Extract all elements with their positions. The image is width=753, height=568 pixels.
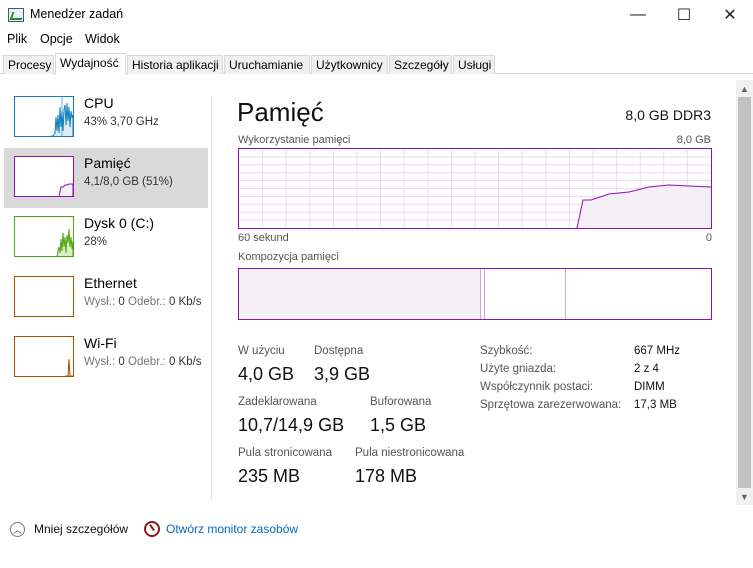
wifi-label: Wi-Fi xyxy=(84,335,117,351)
scroll-up-icon[interactable]: ▲ xyxy=(736,80,753,97)
nonpaged-pool-label: Pula niestronicowana xyxy=(355,447,465,459)
cpu-usage: 43% 3,70 GHz xyxy=(84,116,159,128)
wifi-send-value: 0 xyxy=(118,356,125,368)
available-label: Dostępna xyxy=(314,345,364,357)
ethernet-label: Ethernet xyxy=(84,275,137,291)
wifi-receive-label: Odebr.: xyxy=(128,356,166,368)
ethernet-send-value: 0 xyxy=(118,296,125,308)
cached-value: 1,5 GB xyxy=(370,415,427,435)
sidebar-item-cpu[interactable]: CPU 43% 3,70 GHz xyxy=(4,88,208,148)
wifi-receive-value: 0 Kb/s xyxy=(168,356,202,368)
ethernet-thumbnail-graph xyxy=(14,276,74,317)
in-use-label: W użyciu xyxy=(238,345,285,357)
composition-standby xyxy=(564,269,711,319)
memory-usage-chart xyxy=(239,149,711,228)
scroll-down-icon[interactable]: ▼ xyxy=(736,488,753,505)
disk-label: Dysk 0 (C:) xyxy=(84,215,154,231)
form-factor-value: DIMM xyxy=(634,381,665,393)
in-use-value: 4,0 GB xyxy=(238,364,295,384)
tab-details[interactable]: Szczegóły xyxy=(389,55,452,74)
minimize-button[interactable]: — xyxy=(615,0,661,30)
hardware-reserved-label: Sprzętowa zarezerwowana: xyxy=(480,399,622,411)
ethernet-receive-value: 0 Kb/s xyxy=(168,296,202,308)
disk-usage: 28% xyxy=(84,236,108,248)
panel-divider xyxy=(211,96,212,500)
tab-performance[interactable]: Wydajność xyxy=(55,53,126,75)
memory-type: 8,0 GB DDR3 xyxy=(625,107,711,123)
cached-label: Buforowana xyxy=(370,396,432,408)
cpu-thumbnail-graph xyxy=(14,96,74,137)
resource-monitor-icon xyxy=(144,521,160,537)
menu-options[interactable]: Opcje xyxy=(40,32,73,46)
fewer-details-button[interactable]: Mniej szczegółów xyxy=(34,522,128,536)
tab-users[interactable]: Użytkownicy xyxy=(311,55,388,74)
tab-bar: Procesy Wydajność Historia aplikacji Uru… xyxy=(0,53,753,75)
chevron-up-icon[interactable]: ︿ xyxy=(10,522,25,537)
committed-value: 10,7/14,9 GB xyxy=(238,415,345,435)
paged-pool-value: 235 MB xyxy=(238,466,301,486)
cpu-label: CPU xyxy=(84,95,114,111)
resource-list: CPU 43% 3,70 GHz Pamięć 4,1/8,0 GB (51%)… xyxy=(0,88,212,500)
nonpaged-pool-value: 178 MB xyxy=(355,466,418,486)
menu-bar: Plik Opcje Widok xyxy=(0,30,753,50)
task-manager-window: Menedżer zadań — ☐ ✕ Plik Opcje Widok Pr… xyxy=(0,0,753,568)
hardware-reserved-value: 17,3 MB xyxy=(634,399,677,411)
committed-label: Zadeklarowana xyxy=(238,396,317,408)
speed-label: Szybkość: xyxy=(480,345,533,357)
memory-thumbnail-graph xyxy=(14,156,74,197)
composition-in-use xyxy=(239,269,480,319)
memory-usage-graph xyxy=(238,148,712,229)
sidebar-item-wifi[interactable]: Wi-Fi Wysł.: 0 Odebr.: 0 Kb/s xyxy=(4,328,208,388)
ethernet-throughput: Wysł.: 0 Odebr.: 0 Kb/s xyxy=(84,296,202,308)
open-resource-monitor-link[interactable]: Otwórz monitor zasobów xyxy=(166,522,298,536)
close-button[interactable]: ✕ xyxy=(707,0,753,30)
memory-label: Pamięć xyxy=(84,155,131,171)
usage-graph-min: 0 xyxy=(705,232,712,244)
memory-usage: 4,1/8,0 GB (51%) xyxy=(84,176,173,188)
usage-graph-label: Wykorzystanie pamięci xyxy=(238,134,351,146)
sidebar-item-ethernet[interactable]: Ethernet Wysł.: 0 Odebr.: 0 Kb/s xyxy=(4,268,208,328)
ethernet-receive-label: Odebr.: xyxy=(128,296,166,308)
wifi-thumbnail-graph xyxy=(14,336,74,377)
task-manager-app-icon xyxy=(8,8,24,22)
slots-label: Użyte gniazda: xyxy=(480,363,557,375)
available-value: 3,9 GB xyxy=(314,364,371,384)
menu-file[interactable]: Plik xyxy=(7,32,27,46)
menu-view[interactable]: Widok xyxy=(85,32,120,46)
paged-pool-label: Pula stronicowana xyxy=(238,447,332,459)
composition-label: Kompozycja pamięci xyxy=(238,251,339,263)
memory-composition-bar xyxy=(238,268,712,320)
wifi-send-label: Wysł.: xyxy=(84,356,116,368)
usage-graph-max: 8,0 GB xyxy=(676,134,711,146)
disk-thumbnail-graph xyxy=(14,216,74,257)
ethernet-send-label: Wysł.: xyxy=(84,296,116,308)
tab-startup[interactable]: Uruchamianie xyxy=(224,55,310,74)
slots-value: 2 z 4 xyxy=(634,363,659,375)
window-title: Menedżer zadań xyxy=(30,7,124,21)
speed-value: 667 MHz xyxy=(634,345,681,357)
wifi-throughput: Wysł.: 0 Odebr.: 0 Kb/s xyxy=(84,356,202,368)
tab-processes[interactable]: Procesy xyxy=(3,55,54,74)
time-axis-label: 60 sekund xyxy=(238,232,289,244)
tab-services[interactable]: Usługi xyxy=(453,55,495,74)
form-factor-label: Współczynnik postaci: xyxy=(480,381,594,393)
title-bar: Menedżer zadań — ☐ ✕ xyxy=(0,0,753,30)
vertical-scrollbar[interactable]: ▲ ▼ xyxy=(736,80,753,505)
footer: ︿ Mniej szczegółów Otwórz monitor zasobó… xyxy=(0,512,753,546)
tab-app-history[interactable]: Historia aplikacji xyxy=(127,55,223,74)
scrollbar-thumb[interactable] xyxy=(738,97,751,488)
sidebar-item-disk[interactable]: Dysk 0 (C:) 28% xyxy=(4,208,208,268)
maximize-button[interactable]: ☐ xyxy=(661,0,707,30)
sidebar-item-memory[interactable]: Pamięć 4,1/8,0 GB (51%) xyxy=(4,148,208,208)
page-title: Pamięć xyxy=(237,97,324,127)
composition-modified xyxy=(479,269,485,319)
